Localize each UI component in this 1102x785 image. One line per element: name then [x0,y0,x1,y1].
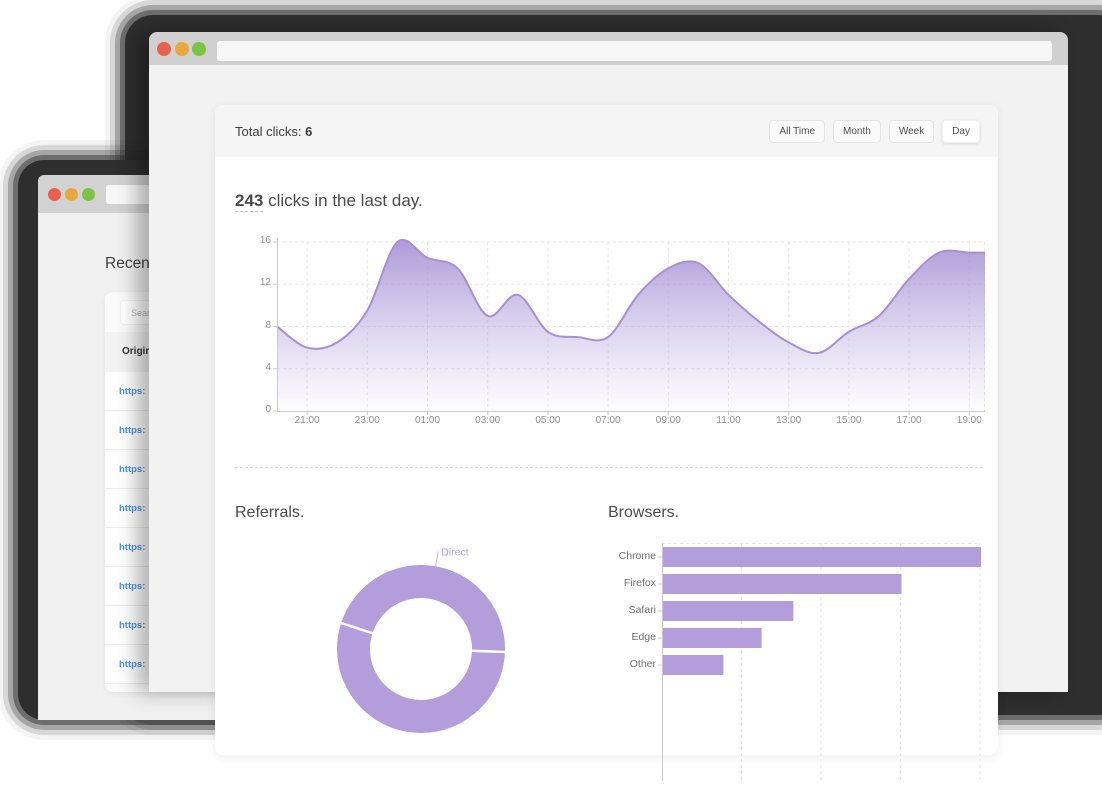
x-axis-tick-label: 03:00 [464,415,512,426]
x-axis-tick-label: 15:00 [825,415,873,426]
x-axis-tick-label: 19:00 [945,415,993,426]
origin-link[interactable]: https: [119,542,145,553]
y-axis-tick-label: 8 [235,320,271,331]
x-axis-tick-label: 13:00 [765,415,813,426]
y-axis-tick-label: 4 [235,362,271,373]
minimize-icon[interactable] [175,42,189,56]
clicks-area-chart: 048121621:0023:0001:0003:0005:0007:0009:… [277,236,985,412]
browsers-title: Browsers. [608,504,679,522]
total-clicks-value: 6 [305,124,312,139]
origin-link[interactable]: https: [119,425,145,436]
x-axis-tick-label: 05:00 [524,415,572,426]
pie-slice-label: Direct [441,547,469,559]
referrals-title: Referrals. [235,504,304,522]
range-buttons: All Time Month Week Day [761,120,980,143]
x-axis-tick-label: 23:00 [343,415,391,426]
bar-firefox [663,574,902,594]
origin-link[interactable]: https: [119,581,145,592]
x-axis-tick-label: 07:00 [584,415,632,426]
bar-category-label: Safari [592,604,656,616]
origin-link[interactable]: https: [119,620,145,631]
bar-chrome [663,547,981,567]
recent-links-heading: Recen [105,255,150,273]
y-axis-tick-label: 0 [235,404,271,415]
y-axis-tick-label: 12 [235,277,271,288]
bar-category-label: Edge [592,631,656,643]
y-axis-tick-label: 16 [235,235,271,246]
bar-category-label: Chrome [592,550,656,562]
x-axis-tick-label: 01:00 [404,415,452,426]
maximize-icon[interactable] [82,188,95,201]
section-divider [235,467,983,468]
referrals-donut-chart: Direct [311,535,551,785]
origin-link[interactable]: https: [119,659,145,670]
total-clicks: Total clicks: 6 [235,124,312,139]
x-axis-tick-label: 17:00 [885,415,933,426]
range-button-day[interactable]: Day [942,120,980,143]
bar-category-label: Other [592,658,656,670]
analytics-card-header: Total clicks: 6 All Time Month Week Day [215,105,998,157]
range-button-all-time[interactable]: All Time [769,120,825,143]
close-icon[interactable] [48,188,61,201]
main-window-content: Total clicks: 6 All Time Month Week Day 243… [149,65,1068,692]
origin-link[interactable]: https: [119,386,145,397]
origin-link[interactable]: https: [119,464,145,475]
clicks-text: clicks in the last day. [263,191,422,210]
close-icon[interactable] [157,42,171,56]
bar-safari [663,601,793,621]
maximize-icon[interactable] [192,42,206,56]
bar-category-label: Firefox [592,577,656,589]
x-axis-tick-label: 11:00 [705,415,753,426]
browsers-bar-chart: ChromeFirefoxSafariEdgeOther [662,543,984,783]
main-address-bar[interactable] [217,41,1052,61]
origin-link[interactable]: https: [119,503,145,514]
bar-edge [663,628,762,648]
clicks-count: 243 [235,191,263,212]
range-button-month[interactable]: Month [833,120,881,143]
clicks-headline: 243 clicks in the last day. [235,191,423,211]
main-window-titlebar [149,32,1068,65]
x-axis-tick-label: 09:00 [644,415,692,426]
total-clicks-label: Total clicks: [235,124,301,139]
minimize-icon[interactable] [65,188,78,201]
range-button-week[interactable]: Week [889,120,934,143]
x-axis-tick-label: 21:00 [283,415,331,426]
main-browser-window: Total clicks: 6 All Time Month Week Day 243… [149,32,1068,692]
bar-other [663,655,723,675]
analytics-card: Total clicks: 6 All Time Month Week Day 243… [215,105,998,755]
